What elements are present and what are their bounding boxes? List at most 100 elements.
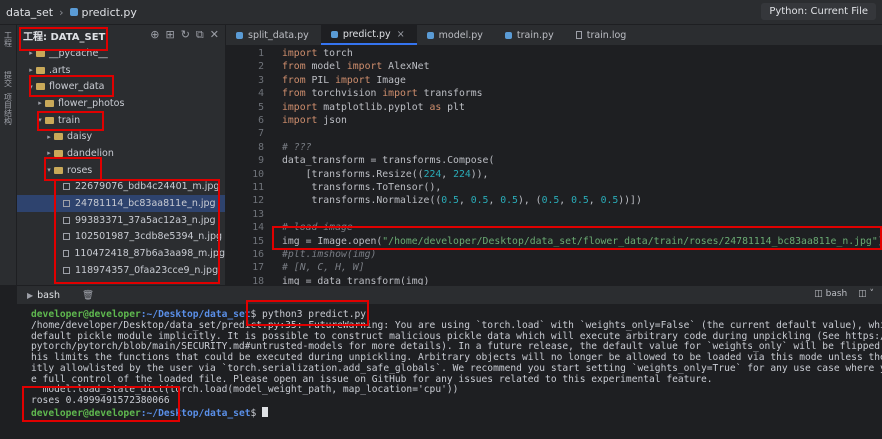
line-number: 14 xyxy=(252,222,264,234)
folder-icon xyxy=(54,133,63,141)
python-file-icon xyxy=(69,8,78,16)
annotation-box xyxy=(272,226,882,250)
terminal-icon: ▶ xyxy=(27,290,34,300)
code-line: 8 # ??? xyxy=(226,141,882,154)
new-folder-icon[interactable]: ⊞ xyxy=(165,28,174,42)
terminal-session-selector[interactable]: ◫ bash ◫ ˅ xyxy=(814,289,874,299)
breadcrumb-separator: › xyxy=(59,5,64,19)
commit-tool-label[interactable]: 提交 xyxy=(3,71,14,87)
line-number: 15 xyxy=(252,235,264,247)
line-number: 5 xyxy=(258,101,264,113)
line-number: 10 xyxy=(252,168,264,180)
annotation-box xyxy=(246,300,369,326)
terminal-session-label: bash xyxy=(825,289,848,299)
code-line: 9 data_transform = transforms.Compose( xyxy=(226,154,882,167)
title-bar: data_set › predict.py Python: Current Fi… xyxy=(0,0,882,25)
chevron-right-icon[interactable]: ▸ xyxy=(26,66,36,74)
python-file-icon xyxy=(330,30,338,38)
code-line: 12 transforms.Normalize((0.5, 0.5, 0.5),… xyxy=(226,194,882,207)
code-text: data_transform = transforms.Compose( xyxy=(282,155,495,167)
line-number: 7 xyxy=(258,128,264,140)
terminal-tab[interactable]: ▶ bash 🗑 xyxy=(27,290,94,301)
prompt-symbol: $ xyxy=(250,408,257,419)
trash-icon[interactable]: 🗑 xyxy=(82,290,94,301)
annotation-box xyxy=(54,179,220,284)
line-number: 2 xyxy=(258,61,264,73)
annotation-box xyxy=(22,386,180,422)
annotation-box xyxy=(37,111,104,131)
code-text: from model import AlexNet xyxy=(282,61,430,73)
tree-folder[interactable]: ▸ flower_photos xyxy=(17,95,225,112)
code-text: [transforms.Resize((224, 224)), xyxy=(282,168,489,180)
line-number: 18 xyxy=(252,275,264,285)
annotation-box xyxy=(44,157,102,181)
tab-predict-py[interactable]: predict.py × xyxy=(320,25,417,45)
line-number: 17 xyxy=(252,262,264,274)
new-file-icon[interactable]: ⊕ xyxy=(150,28,159,42)
layout-icon[interactable]: ◫ xyxy=(858,289,867,299)
python-file-icon xyxy=(426,31,434,39)
run-configuration-selector[interactable]: Python: Current File xyxy=(761,3,876,20)
tab-split_data-py[interactable]: split_data.py xyxy=(226,25,321,45)
code-line: 11 transforms.ToTensor(), xyxy=(226,181,882,194)
tree-item-label: .arts xyxy=(49,64,71,76)
tab-label: split_data.py xyxy=(248,29,309,41)
structure-tool-label[interactable]: 项目结构 xyxy=(3,93,14,125)
tree-item-label: daisy xyxy=(67,131,93,143)
line-number: 6 xyxy=(258,115,264,126)
code-line: 10 [transforms.Resize((224, 224)), xyxy=(226,168,882,181)
code-text: from PIL import Image xyxy=(282,74,406,86)
folder-icon xyxy=(36,66,45,74)
prompt-user: developer@developer xyxy=(31,309,141,320)
tool-window-strip: 工程 提交 项目结构 xyxy=(0,25,17,285)
code-line: 4 from torchvision import transforms xyxy=(226,87,882,100)
tab-model-py[interactable]: model.py xyxy=(417,25,495,45)
terminal-cursor xyxy=(262,407,269,417)
code-text: from torchvision import transforms xyxy=(282,88,483,100)
line-number: 8 xyxy=(258,141,264,153)
folder-icon xyxy=(45,99,54,107)
code-line: 2 from model import AlexNet xyxy=(226,60,882,73)
code-line: 1 import torch xyxy=(226,47,882,60)
refresh-icon[interactable]: ↻ xyxy=(181,28,190,42)
chevron-right-icon[interactable]: ▸ xyxy=(44,133,54,141)
tab-label: predict.py xyxy=(342,28,391,40)
line-number: 3 xyxy=(258,74,264,86)
line-number: 13 xyxy=(252,208,264,220)
annotation-box xyxy=(29,75,114,97)
close-tab-icon[interactable]: × xyxy=(397,29,405,40)
code-text: import torch xyxy=(282,48,353,59)
tab-train-log[interactable]: train.log xyxy=(566,25,639,45)
code-line: 17 # [N, C, H, W] xyxy=(226,261,882,274)
close-icon[interactable]: ✕ xyxy=(210,28,219,42)
code-text: import json xyxy=(282,115,347,126)
editor-tabs: split_data.py predict.py × model.py train.py… xyxy=(226,25,882,45)
tab-label: model.py xyxy=(438,29,483,41)
breadcrumb-file[interactable]: predict.py xyxy=(82,6,137,19)
chevron-right-icon[interactable]: ▸ xyxy=(35,99,45,107)
code-line: 3 from PIL import Image xyxy=(226,74,882,87)
code-text: import matplotlib.pyplot as plt xyxy=(282,101,465,113)
line-number: 4 xyxy=(258,88,264,100)
code-text: transforms.ToTensor(), xyxy=(282,182,442,193)
breadcrumb-project[interactable]: data_set xyxy=(6,6,53,19)
code-line: 18 img = data_transform(img) xyxy=(226,275,882,285)
code-text: # [N, C, H, W] xyxy=(282,262,365,274)
code-text: img = data_transform(img) xyxy=(282,275,430,285)
tree-item-label: flower_photos xyxy=(58,97,125,109)
prompt-path: :~/Desktop/data_set xyxy=(140,309,251,320)
code-line: 13 xyxy=(226,208,882,221)
tab-train-py[interactable]: train.py xyxy=(495,25,566,45)
python-file-icon xyxy=(504,31,512,39)
line-number: 11 xyxy=(252,182,264,193)
collapse-all-icon[interactable]: ⧉ xyxy=(196,28,204,42)
terminal-header: ▶ bash 🗑 ◫ bash ◫ ˅ xyxy=(17,286,882,304)
code-line: 6 import json xyxy=(226,114,882,127)
line-number: 16 xyxy=(252,249,264,260)
terminal-output-line: itly allowlisted by the user via `torch.… xyxy=(31,362,882,374)
tab-label: train.py xyxy=(516,29,554,41)
python-file-icon xyxy=(236,31,243,39)
chevron-down-icon[interactable]: ˅ xyxy=(870,289,875,299)
project-tool-label[interactable]: 工程 xyxy=(3,31,14,47)
code-line: 7 xyxy=(226,127,882,140)
